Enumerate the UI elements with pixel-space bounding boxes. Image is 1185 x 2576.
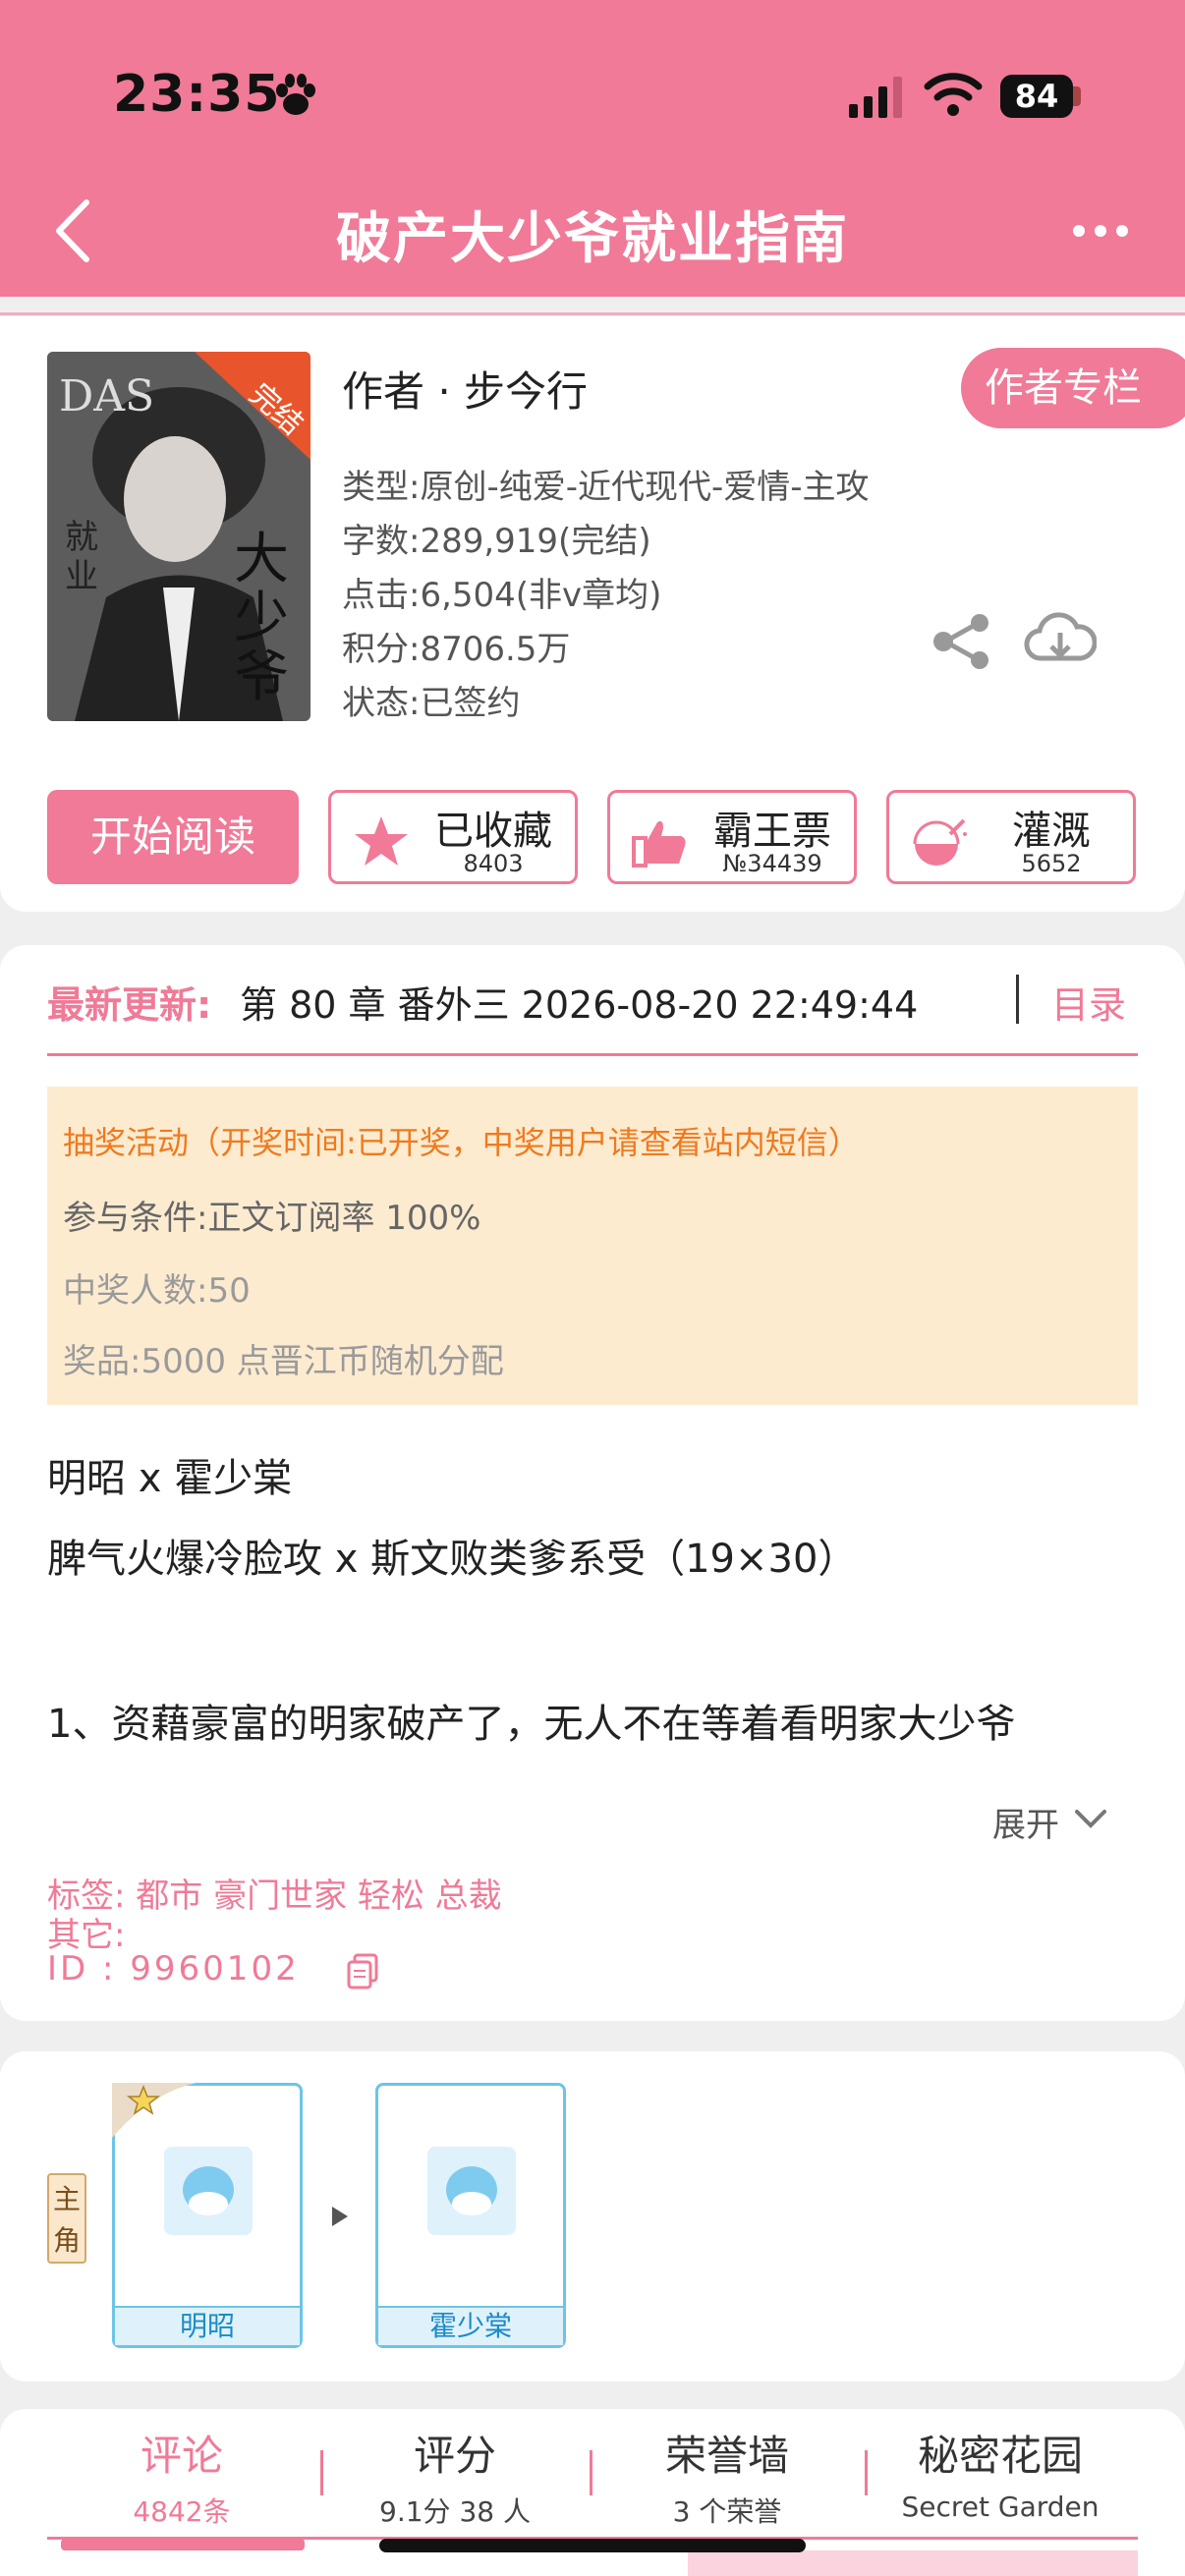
vote-label: 霸王票 bbox=[713, 809, 831, 854]
latest-update-label: 最新更新: bbox=[47, 983, 212, 1027]
svg-text:爷: 爷 bbox=[234, 645, 289, 709]
status-time: 23:35 bbox=[113, 65, 281, 124]
thumbs-up-icon bbox=[632, 820, 686, 868]
battery-tip bbox=[1073, 86, 1081, 106]
tab-title: 评分 bbox=[413, 2432, 496, 2480]
home-indicator[interactable] bbox=[379, 2539, 806, 2552]
vote-count: №34439 bbox=[722, 850, 822, 877]
author-column-button[interactable]: 作者专栏 bbox=[961, 348, 1185, 428]
word-count-text: 字数:289,919(完结) bbox=[342, 522, 651, 561]
tab-subtitle: 4842条 bbox=[133, 2495, 231, 2528]
intro-line-roles: 脾气火爆冷脸攻 x 斯文败类爹系受（19×30） bbox=[47, 1537, 858, 1582]
active-tab-indicator bbox=[61, 2539, 305, 2550]
section-rule bbox=[47, 1053, 1138, 1056]
water-label: 灌溉 bbox=[1012, 809, 1091, 854]
page-title: 破产大少爷就业指南 bbox=[336, 207, 849, 271]
signal-icon bbox=[849, 77, 902, 118]
character-name: 霍少棠 bbox=[378, 2306, 563, 2345]
tab-subtitle: 3 个荣誉 bbox=[672, 2495, 782, 2528]
tab-separator bbox=[320, 2450, 323, 2495]
vote-button[interactable]: 霸王票 №34439 bbox=[607, 790, 857, 884]
paw-icon bbox=[276, 74, 315, 115]
book-id: ID : 9960102 bbox=[47, 1949, 300, 1988]
points-text: 积分:8706.5万 bbox=[342, 630, 571, 669]
wifi-icon bbox=[924, 73, 983, 116]
favorite-label: 已收藏 bbox=[434, 809, 552, 854]
cover-art: DAS 就 业 大 少 爷 完结 bbox=[47, 352, 310, 721]
character-card[interactable]: 霍少棠 bbox=[375, 2083, 566, 2348]
character-name: 明昭 bbox=[115, 2306, 300, 2345]
tab-comments[interactable]: 评论 4842条 bbox=[54, 2423, 310, 2530]
author-name[interactable]: 作者 · 步今行 bbox=[342, 359, 588, 419]
app-screen: 23:35 84 破产大少爷就业指南 DAS 就 业 大 少 爷 完结 作者 ·… bbox=[0, 0, 1185, 2576]
tab-title: 秘密花园 bbox=[917, 2432, 1083, 2480]
role-tag: 主角 bbox=[47, 2173, 86, 2264]
water-count: 5652 bbox=[1021, 850, 1082, 877]
battery-indicator: 84 bbox=[1000, 75, 1073, 118]
start-reading-button[interactable]: 开始阅读 bbox=[47, 790, 299, 884]
lottery-prize: 奖品:5000 点晋江币随机分配 bbox=[63, 1342, 504, 1381]
clicks-text: 点击:6,504(非v章均) bbox=[342, 576, 662, 615]
avatar bbox=[164, 2147, 253, 2235]
intro-line-pairing: 明昭 x 霍少棠 bbox=[47, 1456, 293, 1501]
intro-line-summary: 1、资藉豪富的明家破产了，无人不在等着看明家大少爷 bbox=[47, 1702, 1016, 1747]
svg-text:大: 大 bbox=[234, 528, 289, 591]
favorite-button[interactable]: 已收藏 8403 bbox=[328, 790, 578, 884]
latest-chapter-link[interactable]: 第 80 章 番外三 2026-08-20 22:49:44 bbox=[240, 975, 918, 1029]
lottery-title: 抽奖活动（开奖时间:已开奖，中奖用户请查看站内短信） bbox=[63, 1124, 860, 1161]
svg-text:DAS: DAS bbox=[59, 371, 154, 421]
tab-honor-wall[interactable]: 荣誉墙 3 个荣誉 bbox=[599, 2423, 855, 2530]
divider bbox=[1016, 975, 1019, 1024]
star-icon bbox=[355, 816, 408, 866]
share-icon[interactable] bbox=[931, 613, 992, 670]
genre-text: 类型:原创-纯爱-近代现代-爱情-主攻 bbox=[342, 468, 870, 507]
svg-text:业: 业 bbox=[65, 557, 98, 596]
tab-subtitle: Secret Garden bbox=[901, 2491, 1100, 2523]
watering-icon bbox=[913, 818, 967, 866]
svg-text:就: 就 bbox=[65, 518, 98, 557]
expand-button[interactable]: 展开 bbox=[992, 1798, 1059, 1846]
tab-separator bbox=[590, 2450, 592, 2495]
content-preview-strip bbox=[688, 2550, 1138, 2576]
tab-title: 荣誉墙 bbox=[664, 2432, 789, 2480]
arrow-right-icon bbox=[332, 2207, 348, 2226]
lottery-winners: 中奖人数:50 bbox=[63, 1271, 251, 1311]
svg-text:少: 少 bbox=[234, 587, 289, 650]
more-options-icon[interactable] bbox=[1071, 218, 1130, 244]
table-of-contents-link[interactable]: 目录 bbox=[1051, 975, 1126, 1029]
star-badge-icon bbox=[112, 2083, 197, 2138]
favorite-count: 8403 bbox=[463, 850, 524, 877]
copy-icon[interactable] bbox=[346, 1953, 379, 1990]
tab-separator bbox=[865, 2450, 868, 2495]
tab-secret-garden[interactable]: 秘密花园 Secret Garden bbox=[873, 2423, 1128, 2523]
header-divider bbox=[0, 312, 1185, 315]
cloud-download-icon[interactable] bbox=[1024, 609, 1097, 672]
tab-title: 评论 bbox=[140, 2432, 223, 2480]
tab-rating[interactable]: 评分 9.1分 38 人 bbox=[327, 2423, 583, 2530]
status-text: 状态:已签约 bbox=[342, 684, 521, 723]
book-cover[interactable]: DAS 就 业 大 少 爷 完结 bbox=[47, 352, 310, 721]
lottery-condition: 参与条件:正文订阅率 100% bbox=[63, 1199, 481, 1238]
chevron-down-icon[interactable] bbox=[1071, 1804, 1110, 1833]
tab-subtitle: 9.1分 38 人 bbox=[379, 2495, 531, 2528]
water-button[interactable]: 灌溉 5652 bbox=[886, 790, 1136, 884]
avatar bbox=[427, 2147, 516, 2235]
